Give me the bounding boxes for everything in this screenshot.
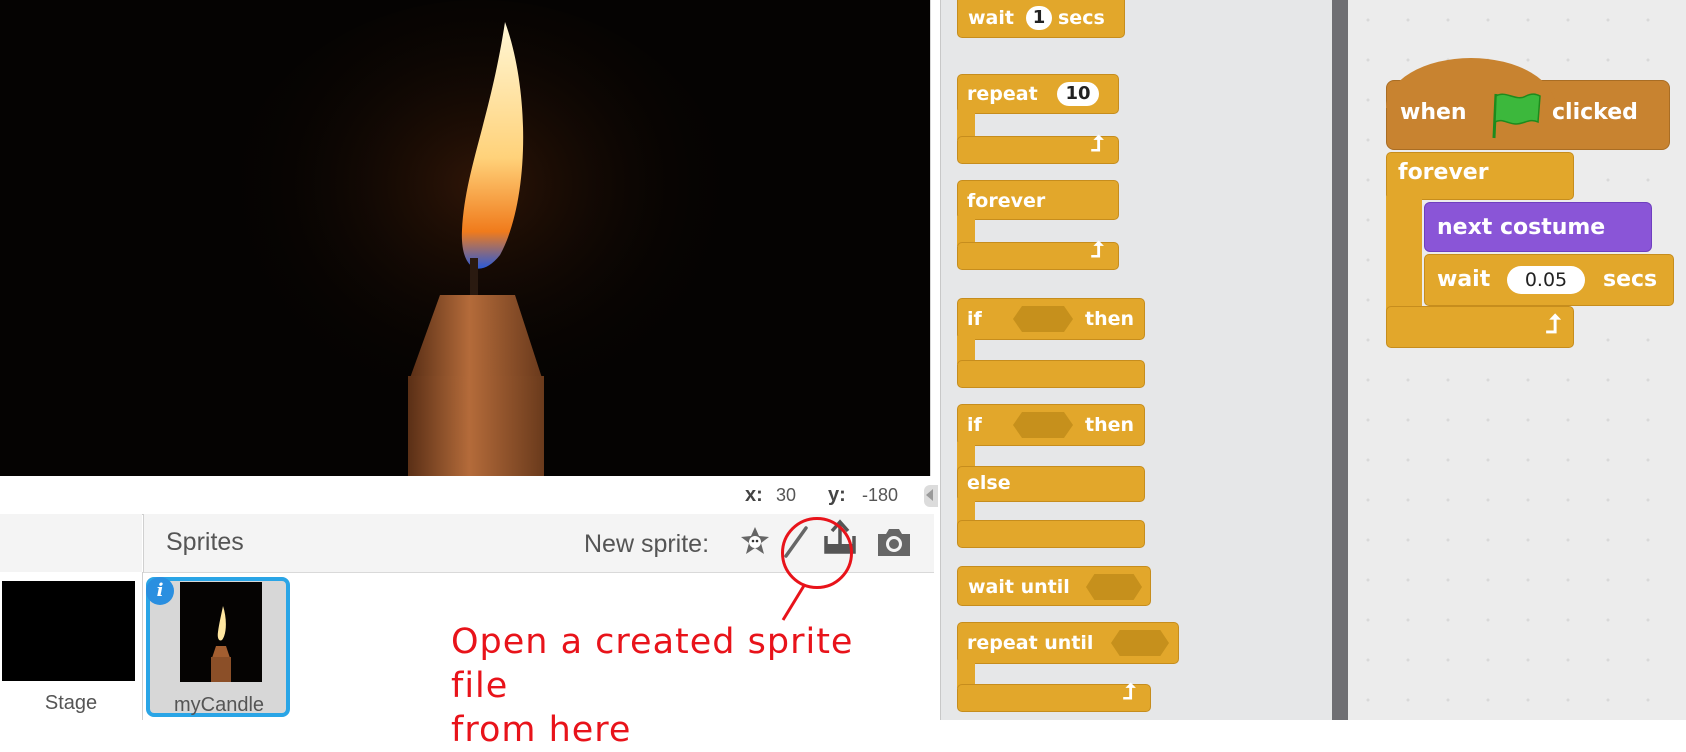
if-condition-slot[interactable]: [1013, 306, 1073, 332]
palette-divider[interactable]: [1332, 0, 1348, 720]
wait-label: wait: [1437, 267, 1491, 292]
annotation-pointer-line: [781, 583, 807, 621]
loop-arrow-icon: ⮥: [1546, 310, 1562, 340]
forever-side-arm: [1386, 196, 1422, 314]
forever-label: forever: [967, 190, 1046, 212]
if-bottom-arm: [957, 360, 1145, 388]
choose-from-library-icon[interactable]: [735, 522, 775, 562]
wait-seconds-input[interactable]: 1: [1026, 6, 1052, 30]
repeat-count-input[interactable]: 10: [1057, 82, 1099, 106]
block-palette: wait 1 secs repeat 10 ⮥ forever ⮥ if the…: [940, 0, 1333, 720]
x-coord-label: x:: [745, 484, 763, 506]
palette-if-then-block[interactable]: if then: [957, 298, 1147, 390]
forever-label: forever: [1398, 160, 1489, 185]
then-label: then: [1085, 414, 1135, 436]
if-else-condition-slot[interactable]: [1013, 412, 1073, 438]
script-wait-block[interactable]: wait 0.05 secs: [1424, 254, 1674, 306]
wait-until-condition-slot[interactable]: [1086, 574, 1142, 600]
loop-arrow-icon: ⮥: [1091, 132, 1104, 157]
secs-label: secs: [1058, 7, 1105, 29]
clicked-label: clicked: [1552, 100, 1638, 125]
palette-wait-block[interactable]: wait 1 secs: [957, 0, 1125, 38]
stage-canvas[interactable]: [0, 0, 931, 476]
stage-header: [0, 514, 142, 573]
sprite-thumbnail: [180, 582, 262, 682]
y-coord-value: -180: [862, 485, 899, 505]
stage-thumbnail[interactable]: [2, 581, 135, 681]
then-label: then: [1085, 308, 1135, 330]
palette-wait-until-block[interactable]: wait until: [957, 566, 1151, 606]
sprites-title: Sprites: [166, 528, 244, 556]
camera-icon[interactable]: [874, 522, 914, 562]
stage-label: Stage: [44, 692, 98, 714]
if-label: if: [967, 414, 982, 436]
repeat-until-bottom-arm: [957, 684, 1151, 712]
palette-repeat-block[interactable]: repeat 10 ⮥: [957, 74, 1135, 166]
next-costume-label: next costume: [1437, 215, 1606, 240]
annotation-text: Open a created sprite file from here: [451, 622, 854, 750]
if-else-bottom-arm: [957, 520, 1145, 548]
next-costume-block[interactable]: next costume: [1424, 202, 1652, 252]
secs-label: secs: [1603, 267, 1658, 292]
palette-if-else-block[interactable]: if then else: [957, 404, 1147, 550]
wait-seconds-input[interactable]: 0.05: [1507, 266, 1585, 294]
repeat-label: repeat: [967, 83, 1038, 105]
repeat-until-condition-slot[interactable]: [1111, 630, 1169, 656]
if-label: if: [967, 308, 982, 330]
triangle-left-icon: [926, 489, 933, 501]
collapse-stage-tab[interactable]: [924, 485, 938, 507]
loop-arrow-icon: ⮥: [1123, 680, 1136, 705]
when-flag-clicked-block[interactable]: when clicked: [1386, 58, 1670, 150]
wait-until-label: wait until: [968, 576, 1070, 598]
palette-repeat-until-block[interactable]: repeat until ⮥: [957, 622, 1181, 714]
green-flag-icon: [1492, 93, 1541, 139]
else-label: else: [967, 472, 1011, 494]
candle-thumbnail-image: [180, 582, 262, 682]
mouse-coordinates: x: 30 y: -180: [0, 476, 933, 514]
x-coord-value: 30: [776, 485, 797, 505]
sprite-info-button[interactable]: i: [146, 577, 174, 605]
annotation-highlight-circle: [781, 517, 853, 589]
sprite-name-label: myCandle: [173, 694, 265, 716]
new-sprite-label: New sprite:: [584, 530, 710, 558]
y-coord-label: y:: [828, 484, 846, 506]
loop-arrow-icon: ⮥: [1091, 238, 1104, 263]
when-label: when: [1400, 100, 1467, 125]
palette-forever-block[interactable]: forever ⮥: [957, 180, 1135, 270]
repeat-until-label: repeat until: [967, 632, 1094, 654]
candle-image: [0, 0, 930, 476]
wait-label: wait: [968, 7, 1014, 29]
script-area[interactable]: when clicked forever ⮥ next costume wait…: [1348, 0, 1686, 720]
